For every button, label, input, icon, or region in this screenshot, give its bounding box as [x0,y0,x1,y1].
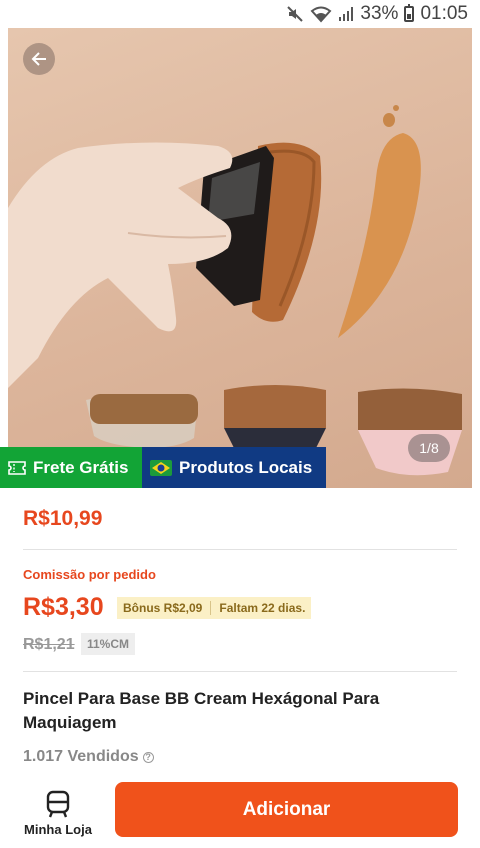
store-icon [46,790,70,817]
back-button[interactable] [23,43,55,75]
ticket-icon [8,460,26,475]
battery-percent: 33% [360,3,399,24]
local-products-label: Produtos Locais [179,457,313,477]
free-shipping-badge: Frete Grátis [0,447,142,488]
bonus-tag: Bônus R$2,09 Faltam 22 dias. [117,597,312,619]
product-photo [8,105,462,476]
add-button[interactable]: Adicionar [115,782,458,837]
question-icon[interactable]: ? [142,751,154,763]
bonus-text: Bônus R$2,09 [123,601,203,615]
commission-rate-tag: 11%CM [81,633,136,655]
status-bar: 33% 01:05 [0,0,480,28]
signal-icon [338,6,354,22]
mute-icon [286,5,304,23]
divider [23,549,457,550]
battery-icon [404,4,415,22]
wifi-icon [310,5,332,23]
remaining-days: Faltam 22 dias. [219,601,306,615]
divider [23,671,457,672]
sold-count: 1.017 Vendidos ? [23,748,154,766]
image-counter: 1/8 [408,434,450,462]
arrow-left-icon [31,52,46,66]
badges: Frete Grátis Produtos Locais [0,447,326,488]
local-products-badge: Produtos Locais [142,447,326,488]
free-shipping-label: Frete Grátis [33,457,129,477]
bonus-separator [210,601,212,615]
commission-value: R$3,30 [23,593,104,621]
old-commission-price: R$1,21 [23,636,75,653]
product-title: Pincel Para Base BB Cream Hexágonal Para… [23,689,380,732]
brazil-flag-icon [150,459,172,476]
product-image[interactable]: 1/8 [8,28,472,488]
commission-label: Comissão por pedido [23,567,156,582]
product-price: R$10,99 [23,507,103,530]
sold-count-text: 1.017 Vendidos [23,748,139,765]
clock: 01:05 [420,3,468,24]
my-store-button[interactable]: Minha Loja [12,785,104,841]
my-store-label: Minha Loja [24,821,92,837]
